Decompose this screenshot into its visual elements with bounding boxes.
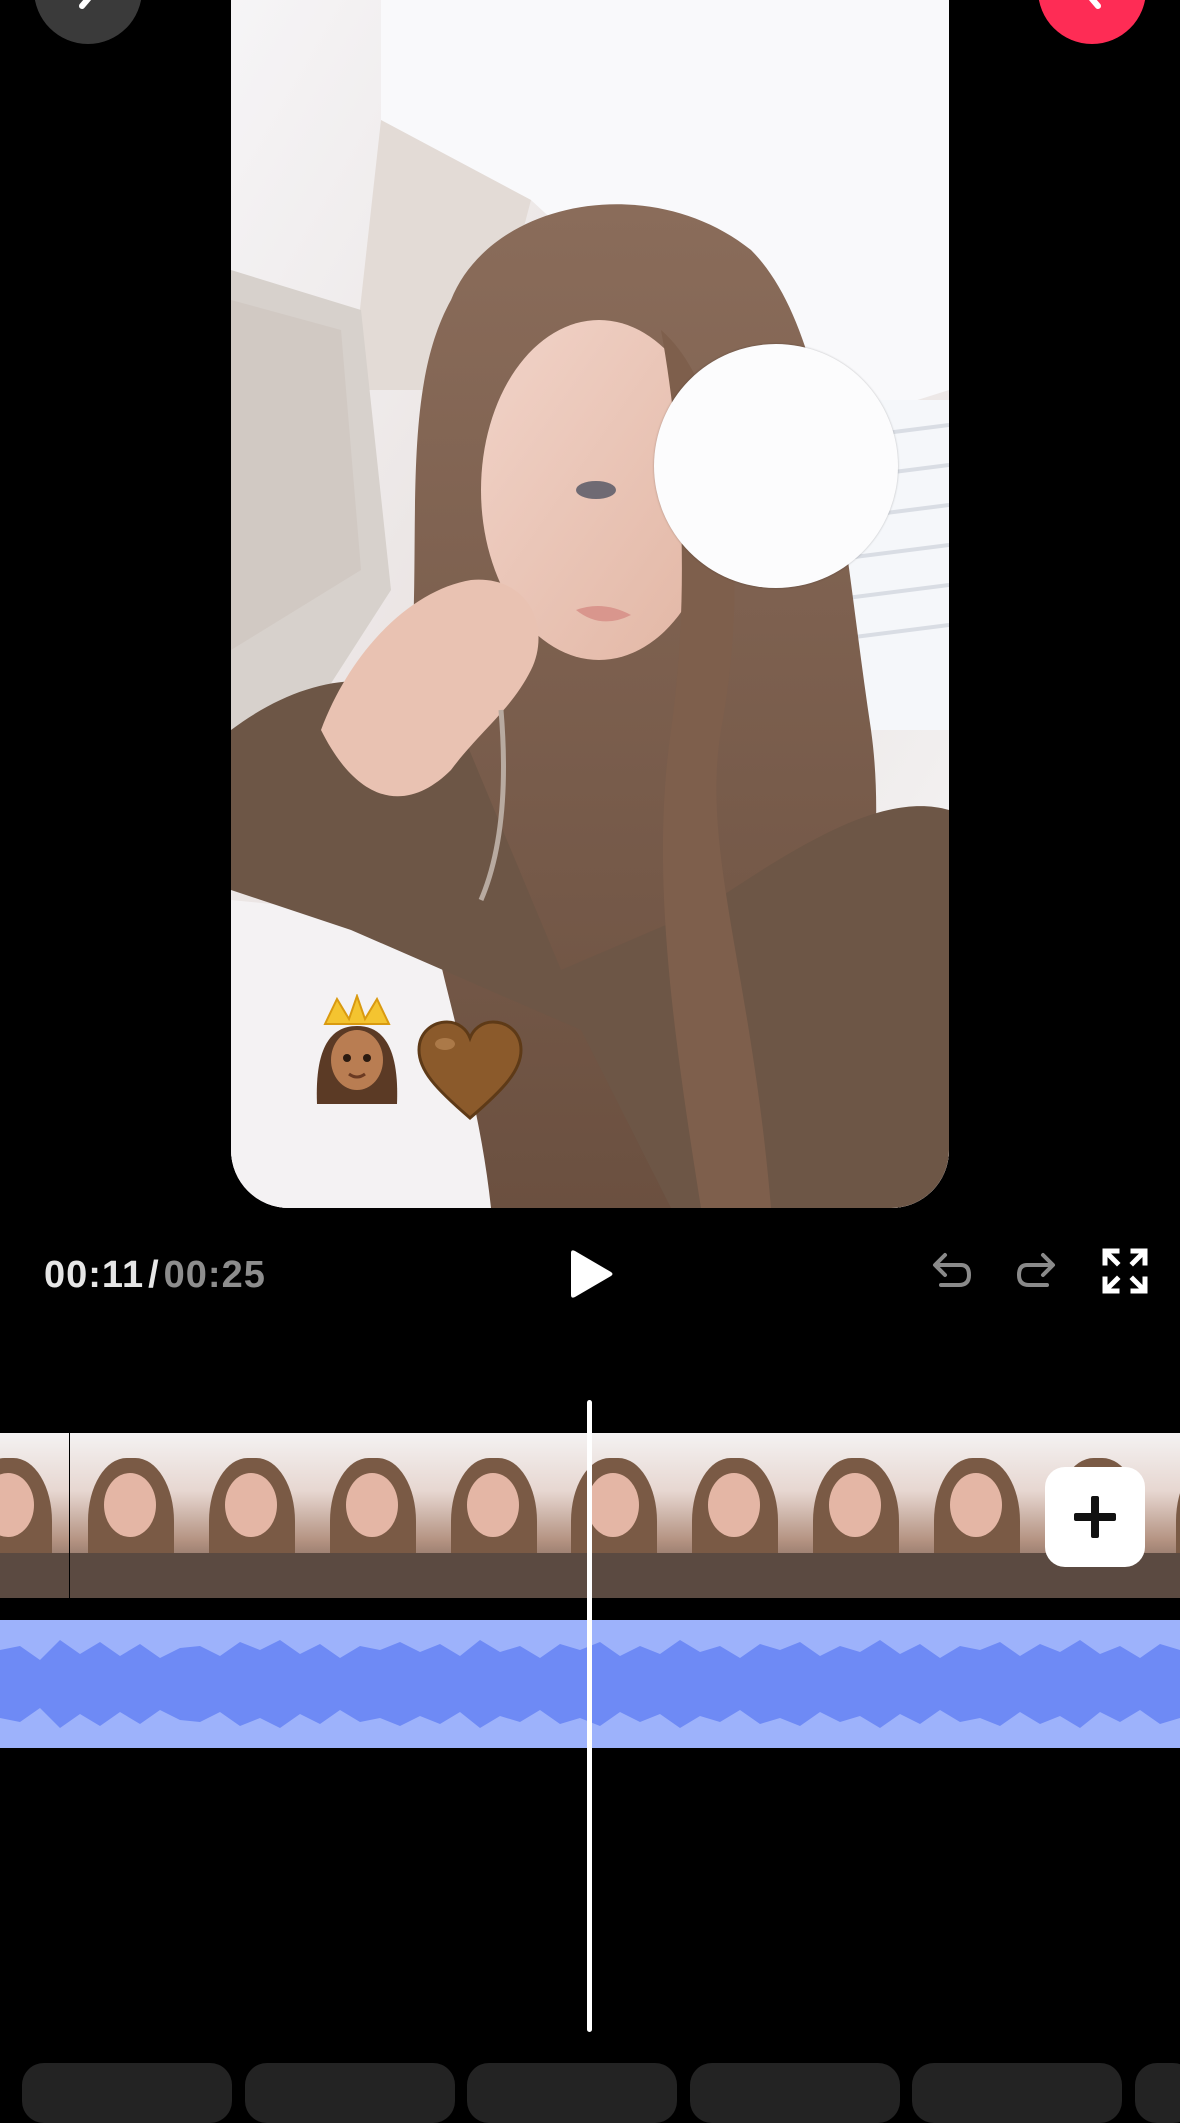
- timeline-frame: [916, 1433, 1037, 1598]
- toolbar-tab[interactable]: [467, 2063, 677, 2123]
- timeline-frame: [70, 1433, 191, 1598]
- play-icon: [571, 1250, 613, 1298]
- white-circle-sticker[interactable]: [654, 344, 898, 588]
- timeline-frame: [674, 1433, 795, 1598]
- brown-heart-icon: [417, 1020, 523, 1120]
- redo-button[interactable]: [1012, 1244, 1064, 1296]
- fullscreen-icon: [1102, 1248, 1148, 1294]
- fullscreen-button[interactable]: [1098, 1244, 1152, 1298]
- brown-heart-sticker[interactable]: [415, 1018, 525, 1128]
- toolbar-tab[interactable]: [245, 2063, 455, 2123]
- back-button[interactable]: [34, 0, 142, 44]
- timeline-frame: [0, 1433, 69, 1598]
- chevron-left-icon: [79, 0, 92, 9]
- timeline-frame: [553, 1433, 674, 1598]
- time-readout: 00:11 / 00:25: [44, 1250, 266, 1300]
- video-preview[interactable]: [231, 0, 949, 1208]
- next-button[interactable]: [1038, 0, 1146, 44]
- timeline-frame: [433, 1433, 554, 1598]
- plus-icon: [1074, 1496, 1116, 1538]
- redo-icon: [1016, 1253, 1055, 1287]
- timeline-frame: [191, 1433, 312, 1598]
- undo-button[interactable]: [924, 1244, 976, 1296]
- toolbar-tab[interactable]: [22, 2063, 232, 2123]
- chevron-right-icon: [1088, 0, 1101, 9]
- play-button[interactable]: [560, 1242, 624, 1306]
- total-time: 00:25: [163, 1253, 266, 1296]
- princess-emoji-sticker[interactable]: [307, 992, 407, 1104]
- timeline-frame: [1158, 1433, 1180, 1598]
- playhead[interactable]: [587, 1400, 592, 2032]
- toolbar-tab[interactable]: [912, 2063, 1122, 2123]
- timeline-frame: [795, 1433, 916, 1598]
- toolbar-tab[interactable]: [1135, 2063, 1180, 2123]
- time-separator: /: [148, 1253, 160, 1296]
- add-clip-button[interactable]: [1045, 1467, 1145, 1567]
- toolbar-tab[interactable]: [690, 2063, 900, 2123]
- current-time: 00:11: [44, 1253, 145, 1296]
- undo-icon: [933, 1253, 972, 1287]
- princess-icon: [316, 992, 398, 1104]
- timeline-frame: [312, 1433, 433, 1598]
